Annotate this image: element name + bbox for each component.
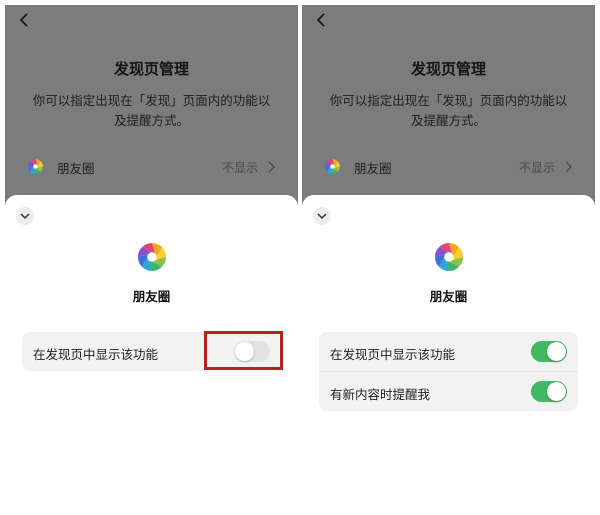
settings-card: 在发现页中显示该功能 有新内容时提醒我 (319, 332, 578, 411)
chevron-down-icon (317, 213, 327, 220)
moments-aperture-icon (137, 243, 166, 271)
page-description: 你可以指定出现在「发现」页面内的功能以及提醒方式。 (32, 93, 271, 128)
back-chevron-icon[interactable] (315, 13, 327, 27)
dimmed-background: 发现页管理 你可以指定出现在「发现」页面内的功能以及提醒方式。 朋友圈 不显示 (5, 5, 298, 205)
bottom-sheet: 朋友圈 在发现页中显示该功能 有新内容时提醒我 (302, 195, 595, 515)
aperture-center (33, 164, 38, 169)
moments-aperture-icon (325, 159, 340, 174)
setting-label: 有新内容时提醒我 (330, 387, 431, 402)
left-screenshot-panel: 发现页管理 你可以指定出现在「发现」页面内的功能以及提醒方式。 朋友圈 不显示 … (5, 5, 298, 515)
collapse-button[interactable] (16, 207, 34, 225)
page-title: 发现页管理 (113, 60, 189, 78)
back-chevron-icon[interactable] (18, 13, 30, 27)
notify-new-content-toggle[interactable] (531, 381, 567, 402)
right-screenshot-panel: 发现页管理 你可以指定出现在「发现」页面内的功能以及提醒方式。 朋友圈 不显示 … (302, 5, 595, 515)
moments-row-status: 不显示 (221, 161, 258, 175)
chevron-right-icon (565, 161, 572, 173)
toggle-knob (547, 342, 566, 361)
toggle-knob (547, 382, 566, 401)
dimmed-background: 发现页管理 你可以指定出现在「发现」页面内的功能以及提醒方式。 朋友圈 不显示 (302, 5, 595, 205)
setting-label: 在发现页中显示该功能 (330, 347, 456, 362)
chevron-down-icon (20, 213, 30, 220)
aperture-center (444, 252, 453, 262)
collapse-button[interactable] (313, 207, 331, 225)
moments-aperture-icon (434, 243, 463, 271)
setting-row-show-in-discover: 在发现页中显示该功能 (319, 332, 578, 371)
aperture-center (330, 164, 335, 169)
moments-row[interactable]: 朋友圈 不显示 (324, 156, 577, 178)
feature-name: 朋友圈 (429, 289, 468, 304)
moments-aperture-icon (28, 159, 43, 174)
moments-row-label: 朋友圈 (354, 161, 392, 176)
aperture-center (147, 252, 156, 262)
feature-name: 朋友圈 (132, 289, 171, 304)
moments-row[interactable]: 朋友圈 不显示 (27, 156, 280, 178)
moments-row-status: 不显示 (518, 161, 555, 175)
highlight-annotation-box (204, 331, 283, 370)
page-title: 发现页管理 (410, 60, 486, 78)
page-description: 你可以指定出现在「发现」页面内的功能以及提醒方式。 (329, 93, 568, 128)
chevron-right-icon (268, 161, 275, 173)
setting-label: 在发现页中显示该功能 (33, 347, 159, 362)
moments-row-label: 朋友圈 (57, 161, 95, 176)
show-in-discover-toggle[interactable] (531, 341, 567, 362)
setting-row-notify-new-content: 有新内容时提醒我 (319, 371, 578, 411)
bottom-sheet: 朋友圈 在发现页中显示该功能 (5, 195, 298, 515)
